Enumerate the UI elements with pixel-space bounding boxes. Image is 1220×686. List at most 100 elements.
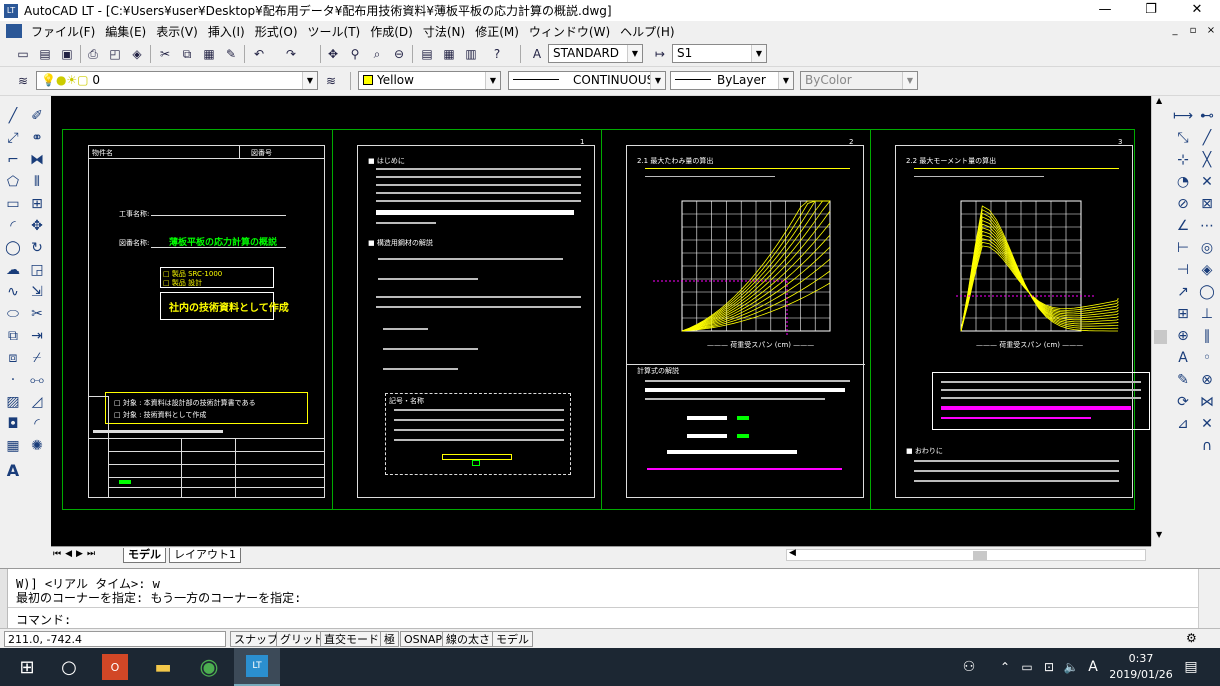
dim-update-icon[interactable]: ⟳ [1172,392,1194,412]
cut-icon[interactable]: ✂ [156,45,174,63]
properties-icon[interactable]: ▤ [418,45,436,63]
center-mark-icon[interactable]: ⊕ [1172,326,1194,346]
undo-icon[interactable]: ↶ [250,45,268,63]
text-style-select[interactable]: STANDARD ▼ [548,44,643,63]
snap-perpendicular-icon[interactable]: ⊥ [1196,304,1218,324]
color-select[interactable]: Yellow ▼ [358,71,501,90]
menu-tools[interactable]: ツール(T) [303,23,366,40]
tab-model[interactable]: モデル [123,548,166,563]
explode-icon[interactable]: ✺ [26,436,48,456]
ellipse-icon[interactable]: ⬭ [2,304,24,324]
baseline-dim-icon[interactable]: ⊢ [1172,238,1194,258]
snap-toggle[interactable]: スナップ [230,631,282,647]
dim-text-edit-icon[interactable]: ✎ [1172,370,1194,390]
clock-time[interactable]: 0:37 [1106,652,1176,665]
match-properties-icon[interactable]: ✎ [222,45,240,63]
lineweight-select[interactable]: ByLayer ▼ [670,71,794,90]
minimize-button[interactable]: — [1082,0,1128,21]
menu-dimension[interactable]: 寸法(N) [418,23,470,40]
paste-icon[interactable]: ▦ [200,45,218,63]
coordinates-display[interactable]: 211.0, -742.4 [4,631,226,647]
menu-help[interactable]: ヘルプ(H) [615,23,679,40]
dim-style-icon[interactable]: ↦ [651,45,669,63]
people-icon[interactable]: ⚇ [954,652,984,682]
trim-icon[interactable]: ✂ [26,304,48,324]
temp-track-icon[interactable]: ⊷ [1196,106,1218,126]
scale-icon[interactable]: ◲ [26,260,48,280]
snap-quadrant-icon[interactable]: ◈ [1196,260,1218,280]
close-button[interactable]: ✕ [1174,0,1220,21]
redo-icon[interactable]: ↷ [282,45,300,63]
arc-icon[interactable]: ◜ [2,216,24,236]
continue-dim-icon[interactable]: ⊣ [1172,260,1194,280]
menu-insert[interactable]: 挿入(I) [203,23,250,40]
layer-previous-icon[interactable]: ≋ [322,72,340,90]
osnap-settings-icon[interactable]: ∩ [1196,436,1218,456]
make-block-icon[interactable]: ⧈ [2,348,24,368]
block-insert-icon[interactable]: ⧉ [2,326,24,346]
tolerance-icon[interactable]: ⊞ [1172,304,1194,324]
leader-icon[interactable]: ↗ [1172,282,1194,302]
snap-none-icon[interactable]: ✕ [1196,414,1218,434]
horizontal-scrollbar[interactable]: ◀ [786,548,1146,561]
dim-edit-icon[interactable]: A [1172,348,1194,368]
circle-icon[interactable]: ◯ [2,238,24,258]
save-icon[interactable]: ▣ [58,45,76,63]
action-center-icon[interactable]: ▤ [1176,652,1206,682]
vertical-scrollbar[interactable]: ▲ ▼ [1151,96,1169,546]
doc-minimize-button[interactable]: _ [1166,23,1184,39]
lineweight-toggle[interactable]: 線の太さ [442,631,494,647]
command-window[interactable]: W)] <リアル タイム>: w 最初のコーナーを指定: もう一方のコーナーを指… [0,568,1220,629]
polar-toggle[interactable]: 極 [380,631,399,647]
rotate-icon[interactable]: ↻ [26,238,48,258]
dim-style-select[interactable]: S1 ▼ [672,44,767,63]
autocad-taskbar-button[interactable]: LT [234,648,280,686]
copy-icon[interactable]: ⧉ [178,45,196,63]
maximize-button[interactable]: ❐ [1128,0,1174,21]
polygon-icon[interactable]: ⬠ [2,172,24,192]
polyline-icon[interactable]: ⌐ [2,150,24,170]
snap-insert-icon[interactable]: ◦ [1196,348,1218,368]
offset-icon[interactable]: ⫴ [26,172,48,192]
menu-edit[interactable]: 編集(E) [100,23,151,40]
scroll-up-icon[interactable]: ▲ [1156,96,1162,105]
menu-window[interactable]: ウィンドウ(W) [524,23,615,40]
ime-indicator[interactable]: A [1078,652,1108,682]
command-scrollbar[interactable] [1198,569,1220,629]
zoom-window-icon[interactable]: ⌕ [368,45,386,63]
menu-draw[interactable]: 作成(D) [365,23,418,40]
stretch-icon[interactable]: ⇲ [26,282,48,302]
menu-modify[interactable]: 修正(M) [470,23,524,40]
zoom-realtime-icon[interactable]: ⚲ [346,45,364,63]
hatch-icon[interactable]: ▨ [2,392,24,412]
mtext-icon[interactable]: A [2,460,24,480]
snap-center-icon[interactable]: ◎ [1196,238,1218,258]
move-icon[interactable]: ✥ [26,216,48,236]
linear-dim-icon[interactable]: ⟼ [1172,106,1194,126]
line-icon[interactable]: ╱ [2,106,24,126]
revision-cloud-icon[interactable]: ☁ [2,260,24,280]
linetype-select[interactable]: CONTINUOUS ▼ [508,71,666,90]
snap-parallel-icon[interactable]: ∥ [1196,326,1218,346]
radius-dim-icon[interactable]: ◔ [1172,172,1194,192]
scroll-thumb[interactable] [1154,330,1167,344]
snap-midpoint-icon[interactable]: ╳ [1196,150,1218,170]
fillet-icon[interactable]: ◜ [26,414,48,434]
snap-apparent-icon[interactable]: ⊠ [1196,194,1218,214]
doc-close-button[interactable]: × [1202,23,1220,39]
menu-format[interactable]: 形式(O) [250,23,303,40]
model-toggle[interactable]: モデル [492,631,533,647]
cortana-search-icon[interactable]: ○ [54,652,84,682]
document-icon[interactable] [6,24,22,38]
scroll-down-icon[interactable]: ▼ [1156,530,1162,539]
print-icon[interactable]: ⎙ [84,45,102,63]
copy-object-icon[interactable]: ⚭ [26,128,48,148]
zoom-previous-icon[interactable]: ⊖ [390,45,408,63]
snap-intersection-icon[interactable]: ✕ [1196,172,1218,192]
windows-start-icon[interactable]: ⊞ [12,652,42,682]
region-icon[interactable]: ◘ [2,414,24,434]
ortho-toggle[interactable]: 直交モード [320,631,383,647]
join-icon[interactable]: ⧟ [26,370,48,390]
chamfer-icon[interactable]: ◿ [26,392,48,412]
layer-manager-icon[interactable]: ≋ [14,72,32,90]
